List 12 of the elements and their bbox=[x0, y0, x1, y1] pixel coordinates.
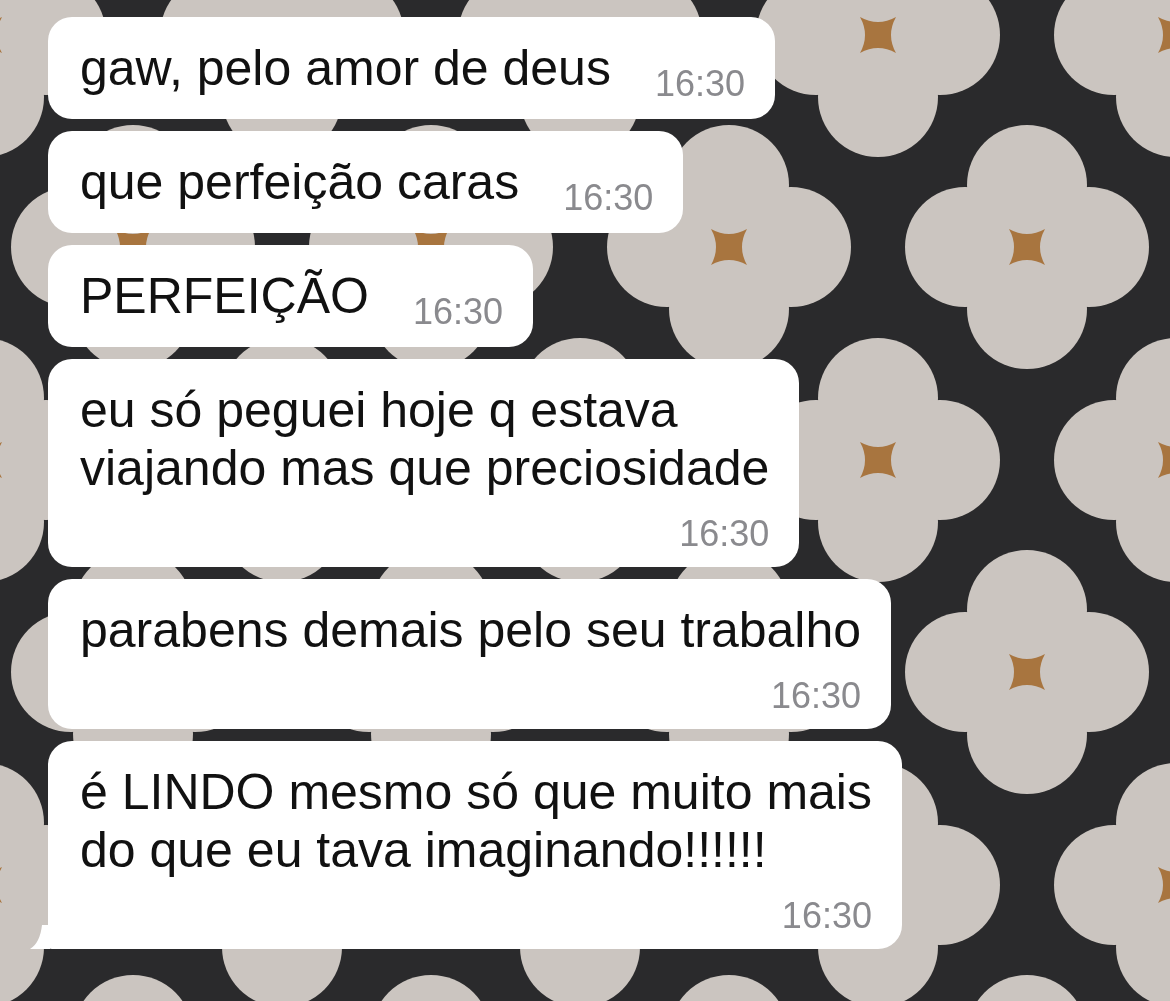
message-time: 16:30 bbox=[781, 897, 872, 935]
message-time: 16:30 bbox=[563, 179, 654, 217]
message-text: PERFEIÇÃO bbox=[80, 267, 369, 325]
message-time: 16:30 bbox=[679, 515, 770, 553]
message-time: 16:30 bbox=[412, 293, 504, 331]
message-text: é LINDO mesmo só que muito mais do que eu tava imaginando!!!!!! bbox=[80, 763, 872, 879]
message-text: parabens demais pelo seu trabalho bbox=[80, 601, 862, 659]
message-time: 16:30 bbox=[654, 65, 745, 103]
message-time: 16:30 bbox=[771, 677, 862, 715]
message-text: que perfeição caras bbox=[80, 153, 520, 211]
message-text: gaw, pelo amor de deus bbox=[80, 39, 611, 97]
message-text: eu só peguei hoje q estava viajando mas que preciosidade bbox=[80, 381, 770, 497]
